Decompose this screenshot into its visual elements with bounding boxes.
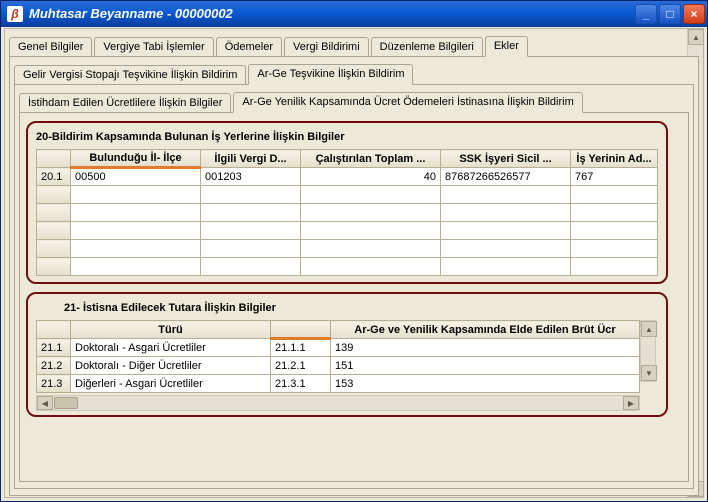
cell-rowno[interactable]: 20.1 [37,168,71,186]
app-window: β Muhtasar Beyanname - 00000002 _ □ × ▲ … [0,0,708,502]
tab-ekler[interactable]: Ekler [485,36,528,57]
table-row[interactable] [37,186,658,204]
scroll-thumb[interactable] [54,397,78,409]
tabs-sub2: İstihdam Edilen Ücretlilere İlişkin Bilg… [19,89,689,113]
titlebar: β Muhtasar Beyanname - 00000002 _ □ × [1,1,707,27]
tab-genel-bilgiler[interactable]: Genel Bilgiler [9,37,92,57]
grid20-h-vergi[interactable]: İlgili Vergi D... [201,150,301,168]
cell-code[interactable]: 21.3.1 [271,375,331,393]
cell-brut[interactable]: 153 [331,375,640,393]
tab-istihdam-edilen[interactable]: İstihdam Edilen Ücretlilere İlişkin Bilg… [19,93,231,113]
table-row[interactable] [37,258,658,276]
table-row[interactable] [37,240,658,258]
cell-rowno[interactable]: 21.3 [37,375,71,393]
cell-toplam[interactable]: 40 [301,168,441,186]
table-row[interactable] [37,204,658,222]
cell-code[interactable]: 21.2.1 [271,357,331,375]
app-icon: β [7,6,23,22]
client-area: ▲ ▼ Genel Bilgiler Vergiye Tabi İşlemler… [4,28,704,498]
cell-rowno[interactable]: 21.2 [37,357,71,375]
cell-brut[interactable]: 139 [331,339,640,357]
grid20-h-ssk[interactable]: SSK İşyeri Sicil ... [441,150,571,168]
table-row[interactable]: 21.1 Doktoralı - Asgari Ücretliler 21.1.… [37,339,640,357]
grid21-h-turu[interactable]: Türü [71,321,271,339]
cell-vergi[interactable]: 001203 [201,168,301,186]
tab-gelir-vergisi-stopaji[interactable]: Gelir Vergisi Stopajı Teşvikine İlişkin … [14,65,246,85]
cell-brut[interactable]: 151 [331,357,640,375]
close-button[interactable]: × [683,4,705,24]
scroll-up-icon[interactable]: ▲ [641,321,657,337]
maximize-button[interactable]: □ [659,4,681,24]
tab-odemeler[interactable]: Ödemeler [216,37,282,57]
scroll-right-icon[interactable]: ▶ [623,396,639,410]
panel-21: 21- İstisna Edilecek Tutara İlişkin Bilg… [26,292,668,417]
tabs-main: Genel Bilgiler Vergiye Tabi İşlemler Öde… [9,33,699,57]
cell-rowno[interactable]: 21.1 [37,339,71,357]
tab-arge-tesvikine[interactable]: Ar-Ge Teşvikine İlişkin Bildirim [248,64,413,85]
tabs-sub1: Gelir Vergisi Stopajı Teşvikine İlişkin … [14,61,694,85]
panel-arge-yenilik: 20-Bildirim Kapsamında Bulunan İş Yerler… [19,112,689,482]
panel-20: 20-Bildirim Kapsamında Bulunan İş Yerler… [26,121,668,284]
grid21-h-code[interactable] [271,321,331,339]
panel-20-title: 20-Bildirim Kapsamında Bulunan İş Yerler… [36,131,658,143]
cell-turu[interactable]: Doktoralı - Asgari Ücretliler [71,339,271,357]
window-title: Muhtasar Beyanname - 00000002 [29,6,635,21]
grid20-h-il[interactable]: Bulunduğu İl- İlçe [71,150,201,168]
tab-duzenleme-bilgileri[interactable]: Düzenleme Bilgileri [371,37,483,57]
cell-code[interactable]: 21.1.1 [271,339,331,357]
cell-turu[interactable]: Diğerleri - Asgari Ücretliler [71,375,271,393]
panel-21-title: 21- İstisna Edilecek Tutara İlişkin Bilg… [36,302,658,314]
tab-vergiye-tabi-islemler[interactable]: Vergiye Tabi İşlemler [94,37,213,57]
grid21-h-blank[interactable] [37,321,71,339]
cell-ad[interactable]: 767 [571,168,658,186]
grid21-vscroll[interactable]: ▲ ▼ [640,320,656,382]
cell-il[interactable]: 00500 [71,168,201,186]
table-row[interactable]: 21.3 Diğerleri - Asgari Ücretliler 21.3.… [37,375,640,393]
tab-vergi-bildirimi[interactable]: Vergi Bildirimi [284,37,369,57]
grid-21[interactable]: Türü Ar-Ge ve Yenilik Kapsamında Elde Ed… [36,320,640,393]
grid20-h-ad[interactable]: İş Yerinin Ad... [571,150,658,168]
grid21-hscroll[interactable]: ◀ ▶ [36,395,640,411]
table-row[interactable] [37,222,658,240]
table-row[interactable]: 20.1 00500 001203 40 87687266526577 767 [37,168,658,186]
grid20-h-toplam[interactable]: Çalıştırılan Toplam ... [301,150,441,168]
minimize-button[interactable]: _ [635,4,657,24]
panel-ekler: Gelir Vergisi Stopajı Teşvikine İlişkin … [9,56,699,496]
table-row[interactable]: 21.2 Doktoralı - Diğer Ücretliler 21.2.1… [37,357,640,375]
cell-turu[interactable]: Doktoralı - Diğer Ücretliler [71,357,271,375]
tab-arge-yenilik[interactable]: Ar-Ge Yenilik Kapsamında Ücret Ödemeleri… [233,92,582,113]
grid21-h-brut[interactable]: Ar-Ge ve Yenilik Kapsamında Elde Edilen … [331,321,640,339]
cell-ssk[interactable]: 87687266526577 [441,168,571,186]
grid20-h-blank[interactable] [37,150,71,168]
grid-20[interactable]: Bulunduğu İl- İlçe İlgili Vergi D... Çal… [36,149,658,276]
scroll-left-icon[interactable]: ◀ [37,396,53,410]
panel-arge: İstihdam Edilen Ücretlilere İlişkin Bilg… [14,84,694,489]
scroll-down-icon[interactable]: ▼ [641,365,657,381]
